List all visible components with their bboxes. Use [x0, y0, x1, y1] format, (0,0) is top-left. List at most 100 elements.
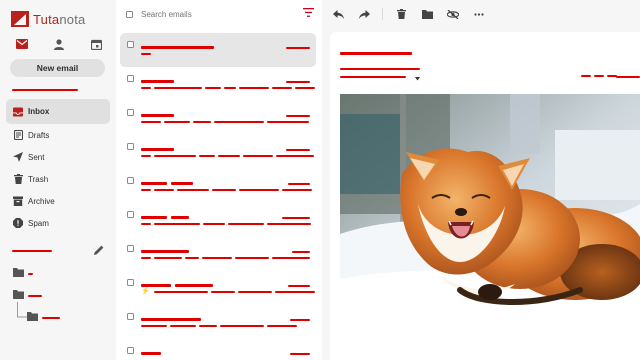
- sender-name: [141, 46, 214, 50]
- contacts-icon[interactable]: [51, 37, 67, 51]
- folder-icon: [13, 290, 24, 301]
- sidebar-item-label: Drafts: [28, 130, 50, 140]
- folder-label: [28, 294, 42, 297]
- mail-subject: [141, 53, 151, 55]
- custom-folder[interactable]: [13, 268, 33, 279]
- mail-row[interactable]: [120, 135, 316, 169]
- mail-date: [286, 114, 310, 117]
- mail-date: [290, 318, 310, 321]
- sender-name: [141, 148, 174, 152]
- mail-row[interactable]: ⚡: [120, 271, 316, 305]
- select-all-checkbox[interactable]: [126, 10, 133, 18]
- sidebar-item-sent[interactable]: Sent: [6, 146, 110, 168]
- sender-name: [141, 250, 189, 254]
- row-checkbox[interactable]: [127, 143, 134, 150]
- sender-name: [141, 80, 174, 84]
- folder-label: [42, 316, 60, 319]
- move-to-folder-icon[interactable]: [419, 6, 435, 22]
- mail-date: [288, 284, 310, 287]
- mail-datetime: [581, 75, 617, 77]
- mail-date: [286, 46, 310, 49]
- row-checkbox[interactable]: [127, 313, 134, 320]
- sender-name: [141, 352, 161, 356]
- sender-name: [141, 318, 201, 322]
- forward-icon[interactable]: [356, 6, 372, 22]
- row-checkbox[interactable]: [127, 347, 134, 354]
- send-icon: [13, 152, 23, 162]
- sidebar-item-label: Archive: [28, 196, 55, 206]
- mail-icon[interactable]: [14, 37, 30, 51]
- lightning-icon: ⚡: [141, 288, 150, 295]
- view-switcher: [14, 37, 104, 51]
- mail-row[interactable]: [120, 339, 316, 360]
- row-checkbox[interactable]: [127, 75, 134, 82]
- reply-icon[interactable]: [330, 6, 346, 22]
- sidebar-item-label: Spam: [28, 218, 49, 228]
- sidebar-item-trash[interactable]: Trash: [6, 168, 110, 190]
- mail-date: [290, 352, 310, 355]
- folder-icon: [27, 312, 38, 323]
- sidebar-item-archive[interactable]: Archive: [6, 190, 110, 212]
- inbox-icon: [13, 106, 23, 117]
- hide-icon[interactable]: [445, 6, 461, 22]
- new-email-button[interactable]: New email: [10, 59, 105, 77]
- mail-row[interactable]: [120, 305, 316, 339]
- more-icon[interactable]: [471, 6, 487, 22]
- sender-name: [141, 284, 171, 288]
- spam-icon: [13, 218, 23, 228]
- trash-icon: [13, 174, 23, 184]
- row-checkbox[interactable]: [127, 211, 134, 218]
- mail-row[interactable]: [120, 203, 316, 237]
- inline-image-fox: [340, 94, 640, 326]
- sidebar-item-spam[interactable]: Spam: [6, 212, 110, 234]
- sender-name: [141, 216, 167, 220]
- custom-subfolder[interactable]: [27, 312, 60, 323]
- chevron-down-icon[interactable]: [415, 74, 420, 83]
- mail-subject-heading: [340, 52, 412, 55]
- mail-date: [288, 182, 310, 185]
- custom-folder[interactable]: [13, 290, 42, 301]
- row-checkbox[interactable]: [127, 279, 134, 286]
- mail-row[interactable]: [120, 237, 316, 271]
- pencil-icon[interactable]: [94, 245, 104, 257]
- row-checkbox[interactable]: [127, 177, 134, 184]
- sidebar-item-drafts[interactable]: Drafts: [6, 124, 110, 146]
- mail-list: ⚡: [116, 0, 322, 360]
- folders-header: [12, 244, 104, 258]
- row-checkbox[interactable]: [127, 41, 134, 48]
- mail-date: [282, 216, 310, 219]
- sender-name: [141, 182, 167, 186]
- mail-date: [286, 148, 310, 151]
- delete-icon[interactable]: [393, 6, 409, 22]
- archive-icon: [13, 196, 23, 206]
- folder-icon: [13, 268, 24, 279]
- sidebar: Tutanota New email Inbox Drafts Sent Tra…: [0, 0, 116, 360]
- mail-row[interactable]: [120, 67, 316, 101]
- logo-icon: [11, 11, 29, 27]
- reading-pane: [322, 0, 640, 360]
- folder-label: [28, 272, 33, 275]
- toolbar-divider: [382, 8, 383, 20]
- calendar-icon[interactable]: [88, 37, 104, 51]
- mail-row[interactable]: [120, 33, 316, 67]
- app-logo[interactable]: Tutanota: [11, 11, 85, 27]
- sidebar-item-label: Trash: [28, 174, 49, 184]
- mail-list-header: [126, 6, 324, 22]
- row-checkbox[interactable]: [127, 109, 134, 116]
- mail-rows: ⚡: [120, 33, 316, 360]
- mail-date: [292, 250, 310, 253]
- folders-title: [12, 250, 52, 252]
- logo-text: Tutanota: [33, 11, 86, 27]
- search-input[interactable]: [141, 9, 271, 19]
- row-checkbox[interactable]: [127, 245, 134, 252]
- sender-line: [340, 68, 420, 70]
- mail-row[interactable]: [120, 101, 316, 135]
- mail-row[interactable]: [120, 169, 316, 203]
- filter-icon[interactable]: [303, 8, 314, 19]
- header-details[interactable]: [616, 76, 640, 78]
- sidebar-item-inbox[interactable]: Inbox: [6, 99, 110, 124]
- mail-date: [286, 80, 310, 83]
- sender-name: [141, 114, 174, 118]
- drafts-icon: [13, 130, 23, 140]
- recipient-line[interactable]: [340, 76, 406, 78]
